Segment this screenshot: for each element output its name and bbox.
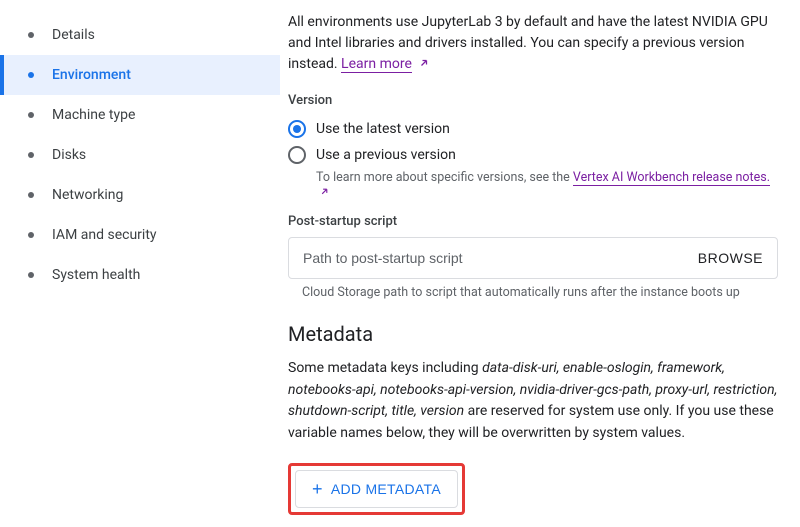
- release-notes-link[interactable]: Vertex AI Workbench release notes.: [573, 170, 770, 186]
- post-startup-input-row: BROWSE: [288, 237, 778, 279]
- sidebar-item-label: System health: [52, 267, 140, 283]
- version-label: Version: [288, 93, 778, 108]
- bullet-icon: [28, 112, 34, 118]
- metadata-description: Some metadata keys including data-disk-u…: [288, 358, 778, 445]
- bullet-icon: [28, 152, 34, 158]
- radio-icon: [288, 120, 306, 138]
- bullet-icon: [28, 72, 34, 78]
- learn-more-link[interactable]: Learn more: [341, 56, 412, 73]
- radio-previous-version[interactable]: Use a previous version: [288, 142, 778, 168]
- sidebar-item-system-health[interactable]: System health: [0, 255, 280, 295]
- main-content: All environments use JupyterLab 3 by def…: [280, 0, 800, 527]
- version-help-text: To learn more about specific versions, s…: [316, 170, 778, 200]
- sidebar-item-networking[interactable]: Networking: [0, 175, 280, 215]
- bullet-icon: [28, 32, 34, 38]
- radio-icon: [288, 146, 306, 164]
- bullet-icon: [28, 272, 34, 278]
- plus-icon: +: [312, 480, 323, 498]
- bullet-icon: [28, 232, 34, 238]
- add-metadata-button[interactable]: + ADD METADATA: [295, 470, 458, 508]
- sidebar: Details Environment Machine type Disks N…: [0, 0, 280, 527]
- add-metadata-highlight: + ADD METADATA: [288, 463, 465, 515]
- intro-text: All environments use JupyterLab 3 by def…: [288, 12, 778, 75]
- radio-latest-version[interactable]: Use the latest version: [288, 116, 778, 142]
- sidebar-item-label: Machine type: [52, 107, 135, 123]
- version-radio-group: Use the latest version Use a previous ve…: [288, 116, 778, 200]
- sidebar-item-label: IAM and security: [52, 227, 157, 243]
- bullet-icon: [28, 192, 34, 198]
- sidebar-item-label: Disks: [52, 147, 86, 163]
- browse-button[interactable]: BROWSE: [698, 250, 763, 266]
- sidebar-item-details[interactable]: Details: [0, 15, 280, 55]
- radio-label: Use a previous version: [316, 147, 456, 163]
- post-startup-script-input[interactable]: [303, 250, 698, 266]
- sidebar-item-disks[interactable]: Disks: [0, 135, 280, 175]
- sidebar-item-label: Environment: [52, 67, 131, 83]
- sidebar-item-iam-and-security[interactable]: IAM and security: [0, 215, 280, 255]
- radio-label: Use the latest version: [316, 121, 450, 137]
- external-link-icon: [319, 186, 330, 197]
- external-link-icon: [418, 57, 430, 69]
- post-startup-help: Cloud Storage path to script that automa…: [302, 285, 778, 300]
- sidebar-item-label: Networking: [52, 187, 123, 203]
- metadata-heading: Metadata: [288, 322, 778, 346]
- sidebar-item-machine-type[interactable]: Machine type: [0, 95, 280, 135]
- post-startup-label: Post-startup script: [288, 214, 778, 229]
- sidebar-item-environment[interactable]: Environment: [0, 55, 280, 95]
- sidebar-item-label: Details: [52, 27, 95, 43]
